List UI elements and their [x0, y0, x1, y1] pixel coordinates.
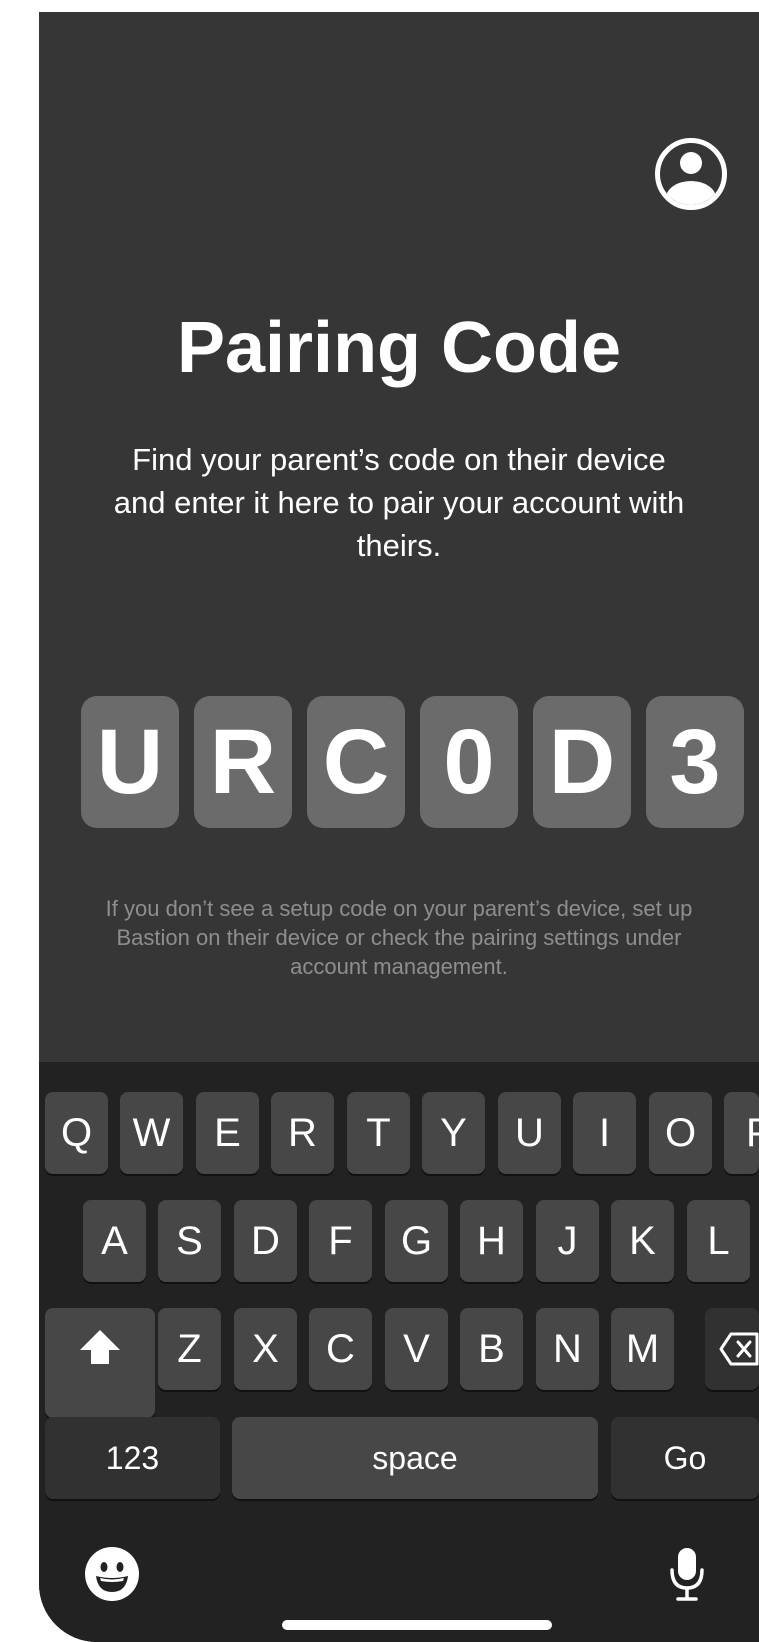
code-digit-2[interactable]: R — [194, 696, 292, 828]
key-v[interactable]: V — [385, 1308, 448, 1390]
key-i[interactable]: I — [573, 1092, 636, 1174]
emoji-icon[interactable] — [84, 1546, 140, 1602]
key-n[interactable]: N — [536, 1308, 599, 1390]
key-t[interactable]: T — [347, 1092, 410, 1174]
go-key[interactable]: Go — [611, 1417, 759, 1499]
key-j[interactable]: J — [536, 1200, 599, 1282]
key-l[interactable]: L — [687, 1200, 750, 1282]
home-indicator — [282, 1620, 552, 1630]
code-digit-4[interactable]: 0 — [420, 696, 518, 828]
space-key[interactable]: space — [232, 1417, 598, 1499]
code-digit-5[interactable]: D — [533, 696, 631, 828]
key-m[interactable]: M — [611, 1308, 674, 1390]
key-u[interactable]: U — [498, 1092, 561, 1174]
key-z[interactable]: Z — [158, 1308, 221, 1390]
shift-arrow-icon — [80, 1330, 120, 1364]
delete-key[interactable] — [705, 1308, 759, 1390]
key-o[interactable]: O — [649, 1092, 712, 1174]
numbers-key[interactable]: 123 — [45, 1417, 220, 1499]
key-p[interactable]: P — [724, 1092, 759, 1174]
key-r[interactable]: R — [271, 1092, 334, 1174]
microphone-icon[interactable] — [667, 1546, 707, 1602]
on-screen-keyboard: Q W E R T Y U I O P A S D F G H J K L Z … — [39, 1062, 759, 1642]
backspace-icon — [719, 1332, 759, 1366]
key-d[interactable]: D — [234, 1200, 297, 1282]
key-e[interactable]: E — [196, 1092, 259, 1174]
shift-key[interactable] — [45, 1308, 155, 1418]
key-k[interactable]: K — [611, 1200, 674, 1282]
key-h[interactable]: H — [460, 1200, 523, 1282]
key-w[interactable]: W — [120, 1092, 183, 1174]
key-y[interactable]: Y — [422, 1092, 485, 1174]
page-subtitle: Find your parent’s code on their device … — [113, 442, 685, 563]
key-b[interactable]: B — [460, 1308, 523, 1390]
code-digit-6[interactable]: 3 — [646, 696, 744, 828]
key-g[interactable]: G — [385, 1200, 448, 1282]
phone-screen: Pairing Code Find your parent’s code on … — [39, 12, 759, 1642]
key-s[interactable]: S — [158, 1200, 221, 1282]
key-x[interactable]: X — [234, 1308, 297, 1390]
key-f[interactable]: F — [309, 1200, 372, 1282]
profile-icon[interactable] — [655, 138, 727, 210]
code-digit-1[interactable]: U — [81, 696, 179, 828]
code-digit-3[interactable]: C — [307, 696, 405, 828]
page-title: Pairing Code — [176, 308, 622, 388]
key-a[interactable]: A — [83, 1200, 146, 1282]
key-c[interactable]: C — [309, 1308, 372, 1390]
key-q[interactable]: Q — [45, 1092, 108, 1174]
help-text: If you don’t see a setup code on your pa… — [105, 896, 693, 979]
